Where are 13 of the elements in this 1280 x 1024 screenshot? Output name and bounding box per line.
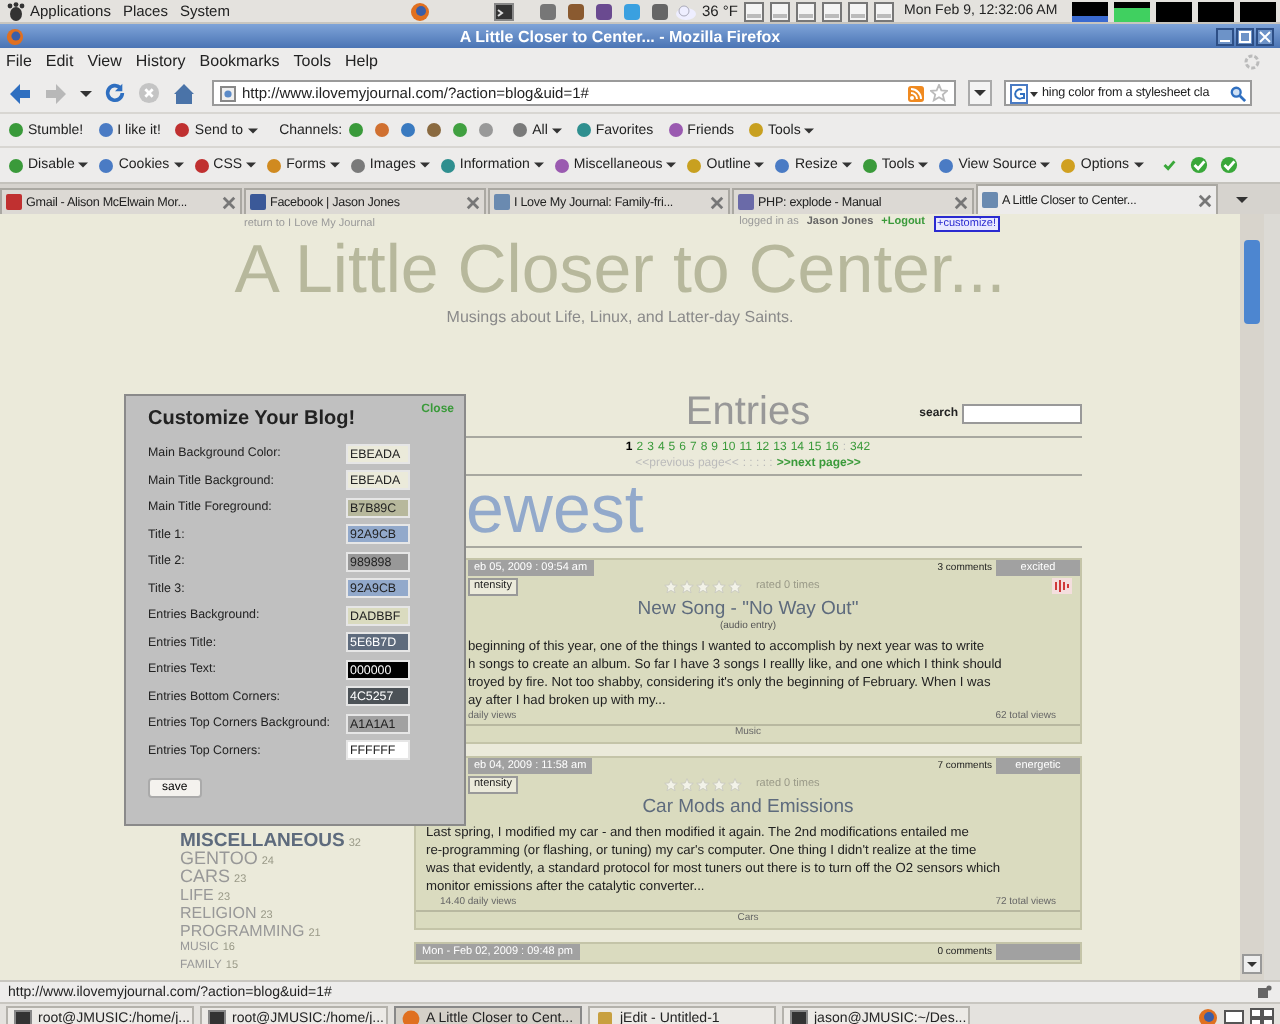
menu-item[interactable]: Tools [293, 52, 331, 70]
window-title: A Little Closer to Center... - Mozilla Firefox [457, 27, 783, 45]
menu-item[interactable]: View [87, 52, 122, 70]
category-link[interactable]: MISCELLANEOUS [180, 832, 345, 850]
menu-item[interactable]: File [6, 52, 32, 70]
menu-item[interactable]: History [135, 52, 186, 70]
blog-subtitle: Musings about Life, Linux, and Latter-day Saints. [444, 308, 796, 328]
menu-item[interactable]: Bookmarks [199, 52, 280, 70]
menu-item[interactable]: Help [344, 52, 378, 70]
dialog-title: Customize Your Blog! [148, 408, 356, 432]
menu-item[interactable]: Edit [45, 52, 74, 70]
blog-title: A Little Closer to Center... [232, 232, 1008, 308]
entries-heading: Entries [685, 390, 811, 436]
